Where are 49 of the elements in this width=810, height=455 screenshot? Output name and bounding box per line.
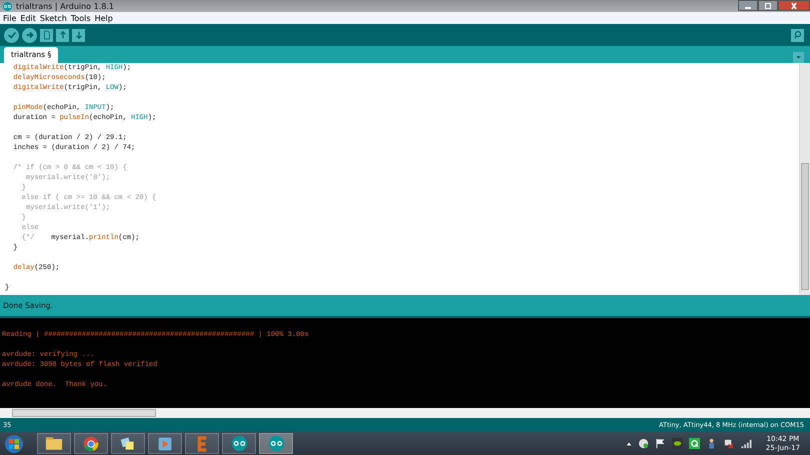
arrow-up-icon	[58, 30, 66, 40]
caret-icon[interactable]	[626, 440, 632, 446]
app-logo-icon	[2, 2, 13, 10]
magnifier-icon	[792, 30, 802, 40]
letter-e-icon	[196, 434, 208, 452]
browser-icon	[83, 436, 99, 452]
start-button[interactable]	[4, 434, 24, 454]
arrow-down-icon	[74, 30, 82, 40]
document-icon	[42, 30, 50, 40]
horizontal-scrollbar[interactable]	[0, 408, 810, 418]
arduino-taskbar-button[interactable]	[259, 433, 293, 454]
media-player-taskbar-button[interactable]	[148, 433, 182, 454]
arduino-taskbar-button[interactable]	[222, 433, 256, 454]
minimize-button[interactable]	[738, 0, 758, 11]
tray-app-icon[interactable]	[638, 438, 649, 449]
arrow-right-icon	[24, 30, 34, 40]
q-tray-icon[interactable]	[688, 438, 700, 449]
browser-taskbar-button[interactable]	[74, 433, 108, 454]
arduino-icon	[230, 435, 248, 452]
arduino-icon	[268, 435, 284, 452]
checkmark-icon	[6, 30, 16, 40]
caret-down-icon	[795, 54, 802, 61]
save-button[interactable]	[72, 28, 85, 42]
vertical-scrollbar[interactable]	[799, 63, 810, 295]
open-button[interactable]	[56, 28, 69, 42]
window-title: trialtrans | Arduino 1.8.1	[16, 2, 114, 10]
new-button[interactable]	[40, 28, 53, 42]
tab-menu-button[interactable]	[793, 52, 804, 63]
close-button[interactable]	[778, 0, 810, 11]
folder-taskbar-button[interactable]	[37, 433, 71, 454]
menu-item[interactable]: Edit	[20, 14, 36, 22]
menu-item[interactable]: File	[3, 14, 16, 22]
maximize-icon	[763, 2, 773, 10]
notes-taskbar-button[interactable]	[111, 433, 145, 454]
maximize-button[interactable]	[758, 0, 778, 11]
menu-item[interactable]: Tools	[70, 14, 91, 22]
verify-button[interactable]	[4, 28, 19, 42]
sticky-notes-icon	[120, 436, 136, 452]
signal-icon[interactable]	[740, 438, 752, 449]
folder-icon	[45, 436, 63, 451]
serial-monitor-button[interactable]	[791, 28, 804, 42]
network-error-icon[interactable]	[722, 438, 734, 449]
close-icon	[789, 2, 799, 10]
play-icon	[157, 436, 173, 452]
graphics-tray-icon[interactable]	[672, 438, 683, 449]
menu-item[interactable]: Sketch	[40, 14, 67, 22]
upload-button[interactable]	[22, 28, 37, 42]
menu-item[interactable]: Help	[94, 14, 113, 22]
flag-icon[interactable]	[654, 438, 666, 449]
